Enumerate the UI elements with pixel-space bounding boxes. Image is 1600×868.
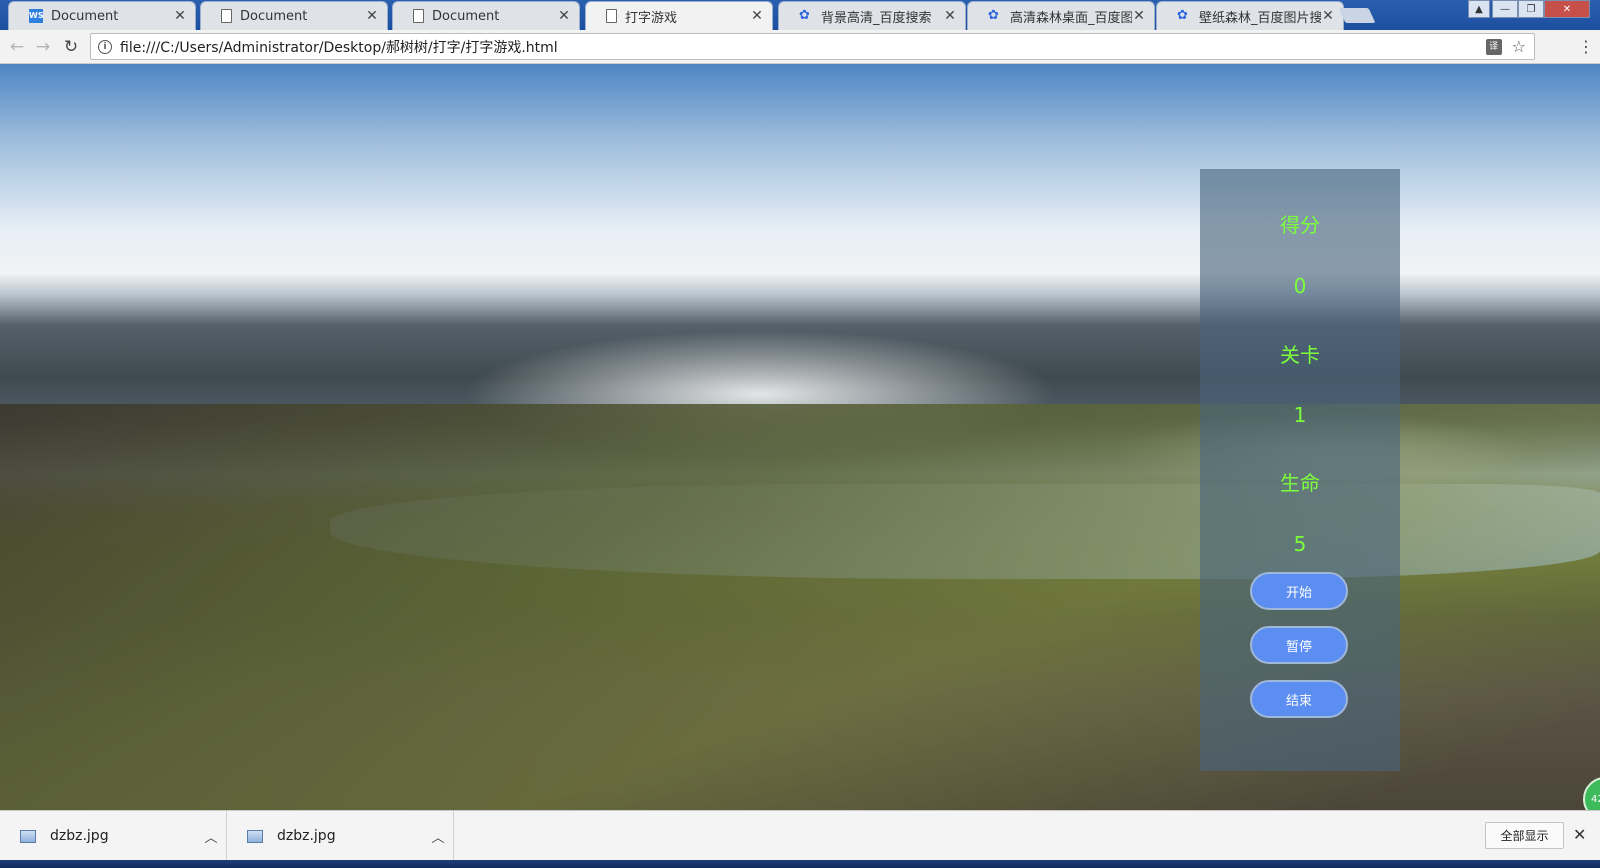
- translate-icon[interactable]: 译: [1485, 38, 1502, 55]
- level-label: 关卡: [1280, 343, 1320, 367]
- close-icon[interactable]: ✕: [1132, 8, 1146, 24]
- tab-title: 背景高清_百度搜索: [821, 10, 932, 26]
- show-all-downloads-button[interactable]: 全部显示: [1485, 822, 1564, 849]
- tab-document-1[interactable]: WS Document ✕: [8, 1, 196, 30]
- score-value: 0: [1293, 274, 1307, 298]
- start-button[interactable]: 开始: [1250, 572, 1348, 610]
- close-icon[interactable]: ✕: [173, 8, 187, 24]
- download-item[interactable]: dzbz.jpg ︿: [227, 811, 454, 861]
- end-button[interactable]: 结束: [1250, 680, 1348, 718]
- forward-icon[interactable]: →: [32, 36, 54, 58]
- doc-icon: [221, 9, 232, 23]
- os-taskbar: [0, 860, 1600, 868]
- new-tab-button[interactable]: [1338, 8, 1376, 23]
- address-bar[interactable]: i file:///C:/Users/Administrator/Desktop…: [90, 33, 1535, 60]
- close-icon[interactable]: ✕: [1321, 8, 1335, 24]
- image-file-icon: [20, 829, 36, 843]
- image-file-icon: [247, 829, 263, 843]
- game-panel: 得分 0 关卡 1 生命 5 开始 暂停 结束: [1200, 169, 1400, 771]
- tab-baidu-search-2[interactable]: ✿ 高清森林桌面_百度图片搜 ✕: [967, 1, 1155, 30]
- close-icon[interactable]: ✕: [1573, 825, 1586, 844]
- minimize-icon[interactable]: —: [1492, 0, 1518, 18]
- reload-icon[interactable]: ↻: [60, 36, 82, 58]
- level-value: 1: [1293, 403, 1307, 427]
- tab-strip: WS Document ✕ Document ✕ Document ✕ 打字游戏…: [0, 0, 1600, 30]
- close-icon[interactable]: ✕: [557, 8, 571, 24]
- tab-title: 壁纸森林_百度图片搜索: [1199, 10, 1321, 26]
- menu-icon[interactable]: ⋮: [1578, 37, 1594, 56]
- download-item[interactable]: dzbz.jpg ︿: [0, 811, 227, 861]
- pause-button[interactable]: 暂停: [1250, 626, 1348, 664]
- close-icon[interactable]: ✕: [943, 8, 957, 24]
- window-close-icon[interactable]: ✕: [1544, 0, 1590, 18]
- tab-title: Document: [432, 8, 500, 24]
- download-filename: dzbz.jpg: [277, 828, 336, 844]
- tab-document-3[interactable]: Document ✕: [392, 1, 580, 30]
- ws-icon: WS: [29, 9, 44, 23]
- paw-icon: ✿: [988, 8, 999, 23]
- bookmark-star-icon[interactable]: ☆: [1512, 37, 1526, 56]
- download-filename: dzbz.jpg: [50, 828, 109, 844]
- tab-title: Document: [240, 8, 308, 24]
- score-label: 得分: [1280, 213, 1320, 237]
- tab-baidu-search-3[interactable]: ✿ 壁纸森林_百度图片搜索 ✕: [1156, 1, 1344, 30]
- url-text[interactable]: file:///C:/Users/Administrator/Desktop/郝…: [120, 37, 1486, 57]
- close-icon[interactable]: ✕: [365, 8, 379, 24]
- doc-icon: [606, 9, 617, 23]
- paw-icon: ✿: [799, 8, 810, 23]
- lives-value: 5: [1293, 532, 1307, 556]
- tab-baidu-search-1[interactable]: ✿ 背景高清_百度搜索 ✕: [778, 1, 966, 30]
- paw-icon: ✿: [1177, 8, 1188, 23]
- doc-icon: [413, 9, 424, 23]
- page-content: 得分 0 关卡 1 生命 5 开始 暂停 结束 42: [0, 64, 1600, 810]
- tab-title: 打字游戏: [625, 10, 678, 26]
- chevron-up-icon[interactable]: ︿: [423, 827, 453, 846]
- lives-label: 生命: [1280, 471, 1320, 495]
- tab-typing-game[interactable]: 打字游戏 ✕: [585, 1, 773, 30]
- browser-toolbar: ← → ↻ i file:///C:/Users/Administrator/D…: [0, 30, 1600, 64]
- restore-icon[interactable]: ❐: [1518, 0, 1544, 18]
- download-shelf: dzbz.jpg ︿ dzbz.jpg ︿ 全部显示 ✕: [0, 810, 1600, 861]
- close-icon[interactable]: ✕: [750, 8, 764, 24]
- user-icon[interactable]: ▲: [1468, 0, 1490, 18]
- back-icon[interactable]: ←: [6, 36, 28, 58]
- tab-title: 高清森林桌面_百度图片搜: [1010, 10, 1132, 26]
- tab-document-2[interactable]: Document ✕: [200, 1, 388, 30]
- tab-title: Document: [51, 8, 119, 24]
- chevron-up-icon[interactable]: ︿: [196, 827, 226, 846]
- info-icon[interactable]: i: [98, 39, 112, 54]
